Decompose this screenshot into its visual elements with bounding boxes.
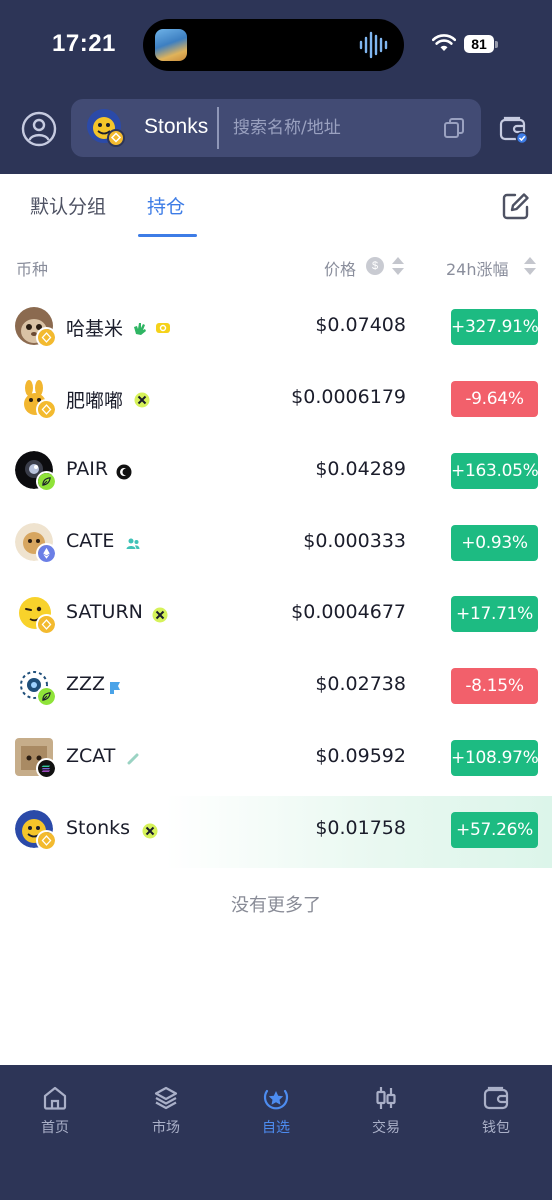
leaf-chain-icon <box>36 471 57 492</box>
nav-watchlist-label: 自选 <box>262 1120 290 1136</box>
change-sort-icon[interactable] <box>523 256 537 276</box>
token-row-zzz[interactable]: ZZZ $0.02738 -8.15% <box>0 652 552 724</box>
token-name: PAIR <box>66 458 109 480</box>
token-row-feidudu[interactable]: 肥嘟嘟 $0.0006179 -9.64% <box>0 365 552 437</box>
wallet-icon <box>483 1086 509 1110</box>
bottom-navigation: 首页 市场 自选 交易 钱包 <box>0 1065 552 1200</box>
nav-trade[interactable]: 交易 <box>346 1085 426 1137</box>
bnb-chain-icon <box>36 399 57 420</box>
wallet-icon[interactable] <box>499 114 529 144</box>
token-name: CATE <box>66 530 115 552</box>
four-meme-icon <box>142 823 158 839</box>
at-sign-icon <box>156 323 170 333</box>
token-row-stonks[interactable]: Stonks $0.01758 +57.26% <box>0 796 552 868</box>
change-badge: +17.71% <box>451 596 538 632</box>
token-name: 哈基米 <box>66 318 124 340</box>
token-row-hakimi[interactable]: 哈基米 $0.07408 +327.91% <box>0 293 552 365</box>
change-badge: +57.26% <box>451 812 538 848</box>
search-input[interactable] <box>233 113 433 143</box>
candlestick-icon <box>376 1087 396 1109</box>
nav-home-label: 首页 <box>41 1120 69 1136</box>
token-price: $0.0004677 <box>291 601 406 623</box>
token-row-saturn[interactable]: SATURN $0.0004677 +17.71% <box>0 580 552 652</box>
four-meme-icon <box>134 392 150 408</box>
selected-token-name: Stonks <box>144 115 209 138</box>
token-name: 肥嘟嘟 <box>66 390 124 412</box>
token-price: $0.000333 <box>303 530 406 552</box>
moon-platform-icon <box>116 464 132 480</box>
bnb-chain-icon <box>36 327 57 348</box>
token-price: $0.04289 <box>315 458 406 480</box>
stonks-token-avatar <box>87 109 125 147</box>
nav-watchlist[interactable]: 自选 <box>236 1085 316 1137</box>
layers-icon <box>154 1086 178 1110</box>
hand-emoji-icon <box>134 323 146 335</box>
token-price: $0.02738 <box>315 673 406 695</box>
edit-icon[interactable] <box>502 192 530 220</box>
battery-tip <box>495 41 498 48</box>
change-badge: -9.64% <box>451 381 538 417</box>
leaf-chain-icon <box>36 686 57 707</box>
bnb-chain-icon <box>36 830 57 851</box>
dynamic-island <box>143 19 404 71</box>
nav-trade-label: 交易 <box>372 1120 400 1136</box>
profile-icon[interactable] <box>21 111 57 147</box>
nav-wallet-label: 钱包 <box>482 1120 510 1136</box>
community-icon <box>126 538 140 549</box>
bnb-chain-icon <box>36 614 57 635</box>
nav-home[interactable]: 首页 <box>15 1085 95 1137</box>
token-row-cate[interactable]: CATE $0.000333 +0.93% <box>0 509 552 581</box>
search-bar[interactable]: Stonks <box>71 99 481 157</box>
column-24h-change[interactable]: 24h涨幅 <box>446 256 509 280</box>
status-time: 17:21 <box>52 30 116 57</box>
token-name: Stonks <box>66 817 131 839</box>
search-divider <box>217 107 219 149</box>
active-tab-indicator <box>138 234 197 237</box>
token-name: SATURN <box>66 601 143 623</box>
change-badge: +108.97% <box>451 740 539 776</box>
token-price: $0.09592 <box>315 745 406 767</box>
change-badge: -8.15% <box>451 668 538 704</box>
column-coin: 币种 <box>16 260 49 279</box>
nav-wallet[interactable]: 钱包 <box>456 1085 536 1137</box>
token-name: ZCAT <box>66 745 116 767</box>
nav-market[interactable]: 市场 <box>126 1085 206 1137</box>
token-row-pair[interactable]: PAIR $0.04289 +163.05% <box>0 437 552 509</box>
change-badge: +327.91% <box>451 309 539 345</box>
token-price: $0.0006179 <box>291 386 406 408</box>
usd-currency-icon[interactable]: $ <box>366 257 384 275</box>
token-row-zcat[interactable]: ZCAT $0.09592 +108.97% <box>0 724 552 796</box>
change-badge: +163.05% <box>451 453 539 489</box>
pump-platform-icon <box>127 753 139 765</box>
star-icon <box>263 1089 289 1110</box>
solana-chain-icon <box>36 758 57 779</box>
change-badge: +0.93% <box>451 525 538 561</box>
tab-holdings[interactable]: 持仓 <box>147 192 185 219</box>
end-of-list-text: 没有更多了 <box>231 895 321 916</box>
wifi-icon <box>432 34 456 51</box>
token-name: ZZZ <box>66 673 106 695</box>
four-meme-icon <box>152 607 168 623</box>
tab-default-group[interactable]: 默认分组 <box>30 192 106 219</box>
token-price: $0.07408 <box>315 314 406 336</box>
token-price: $0.01758 <box>315 817 406 839</box>
live-activity-app-icon <box>155 29 187 61</box>
copy-icon[interactable] <box>443 117 465 139</box>
home-icon <box>43 1086 67 1110</box>
price-sort-icon[interactable] <box>391 256 405 276</box>
battery-indicator: 81 <box>464 35 494 53</box>
ethereum-chain-icon <box>36 543 57 564</box>
column-price[interactable]: 价格 <box>324 256 356 280</box>
audio-wave-icon <box>359 31 388 59</box>
flag-platform-icon <box>110 682 120 694</box>
top-header: 17:21 81 Stonks 搜索名称/地址 <box>0 0 552 174</box>
nav-market-label: 市场 <box>152 1120 180 1136</box>
